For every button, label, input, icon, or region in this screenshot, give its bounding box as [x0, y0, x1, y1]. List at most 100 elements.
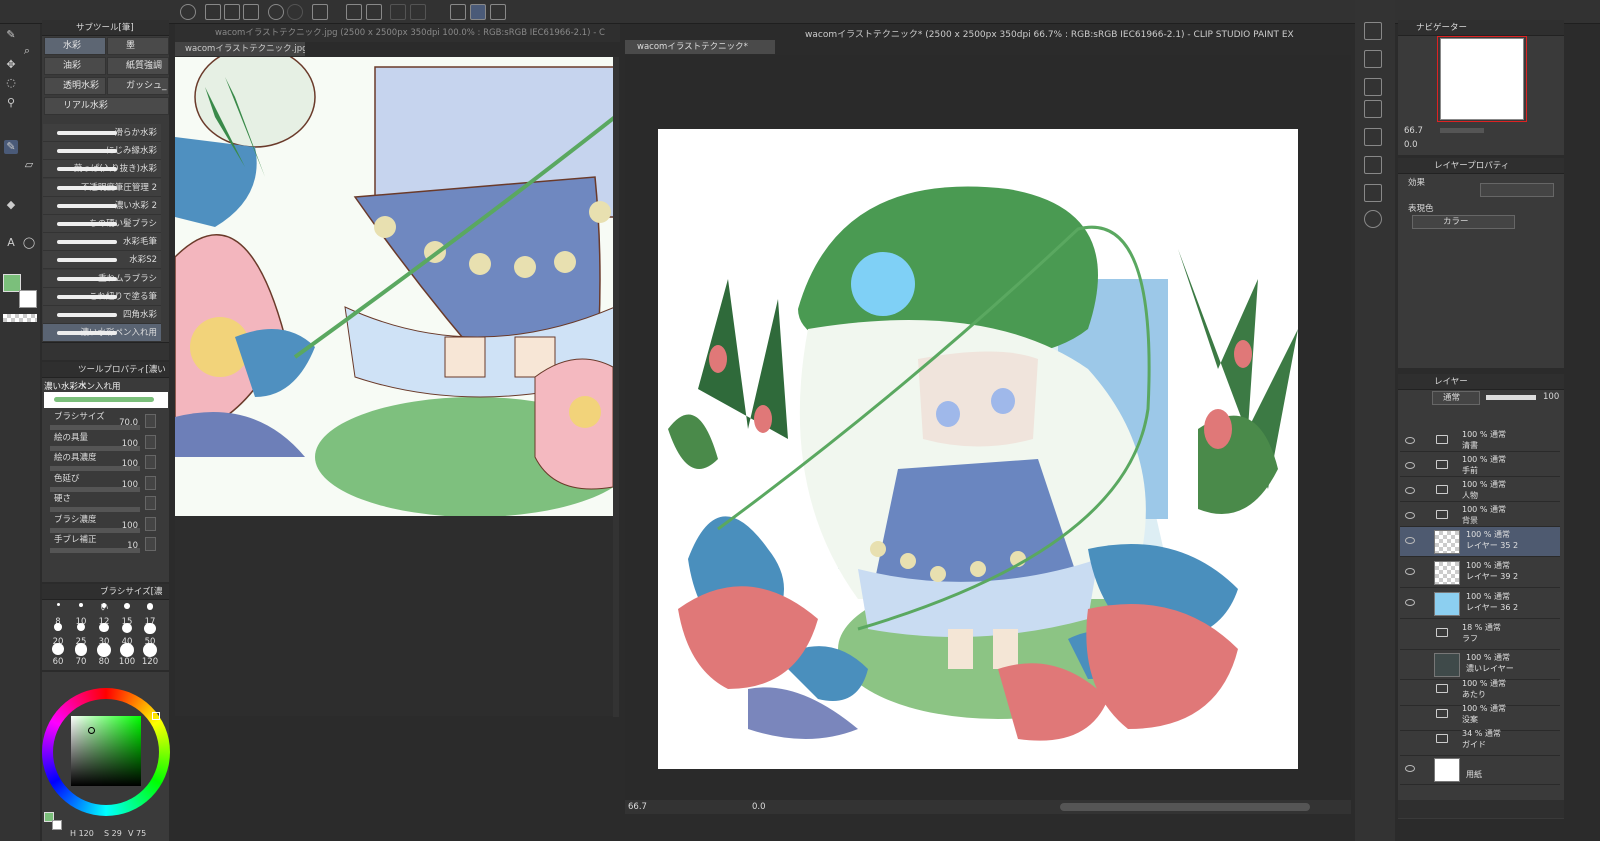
- timeline-icon[interactable]: [1364, 128, 1382, 146]
- layer-row[interactable]: 100 % 通常 人物: [1400, 477, 1560, 502]
- color-picker-marker[interactable]: [88, 727, 95, 734]
- main-doc-tab[interactable]: wacomイラストテクニック*: [625, 40, 775, 54]
- subtool-group-gouache[interactable]: ガッシュ_: [107, 77, 169, 95]
- tool-property-row[interactable]: 色延び 100: [46, 474, 160, 492]
- brush-size-preset[interactable]: [56, 603, 60, 606]
- brush-item[interactable]: 濃い水彩ペン入れ用: [43, 324, 161, 343]
- property-slider[interactable]: [50, 507, 140, 512]
- navigator-angle[interactable]: 0.0: [1404, 140, 1418, 150]
- brush-item[interactable]: 滑らか水彩: [43, 124, 161, 142]
- layer-row[interactable]: 100 % 通常 レイヤー 36 2: [1400, 589, 1560, 619]
- property-spinner[interactable]: [145, 537, 156, 551]
- main-horizontal-scrollbar[interactable]: [1060, 803, 1310, 811]
- undo-icon[interactable]: [268, 4, 284, 20]
- brush-size-preset[interactable]: [120, 643, 134, 657]
- layer-search-icon[interactable]: [1364, 100, 1382, 118]
- main-canvas[interactable]: [658, 129, 1298, 769]
- object-icon[interactable]: [1364, 22, 1382, 40]
- selection-tool-icon[interactable]: ◌: [4, 76, 18, 90]
- visibility-eye-icon[interactable]: [1405, 568, 1415, 575]
- layer-row[interactable]: 用紙: [1400, 755, 1560, 785]
- layer-row[interactable]: 100 % 通常 清書: [1400, 427, 1560, 452]
- save-icon[interactable]: [243, 4, 259, 20]
- redo-icon[interactable]: [287, 4, 303, 20]
- move-tool-icon[interactable]: ✥: [4, 58, 18, 72]
- tool-property-row[interactable]: ブラシ濃度 100: [46, 515, 160, 533]
- opacity-value[interactable]: 100: [1543, 392, 1559, 402]
- saturation-value-square[interactable]: [71, 716, 141, 786]
- brush-item[interactable]: これ紐りで塗る筆: [43, 287, 161, 306]
- property-spinner[interactable]: [145, 516, 156, 531]
- visibility-eye-icon[interactable]: [1405, 487, 1415, 494]
- property-slider[interactable]: [50, 548, 140, 553]
- navigator-zoom[interactable]: 66.7: [1404, 126, 1423, 136]
- property-slider[interactable]: [50, 445, 140, 451]
- left-doc-tab[interactable]: wacomイラストテクニック.jpg: [175, 42, 305, 56]
- grid-icon[interactable]: [1364, 78, 1382, 96]
- pen-tool-icon[interactable]: ✎: [4, 28, 18, 42]
- effect-buttons[interactable]: [1480, 183, 1554, 197]
- eraser-tool-icon[interactable]: ▱: [22, 158, 36, 172]
- subtool-group-oil[interactable]: 油彩: [44, 57, 106, 75]
- fill-tool-icon[interactable]: ◆: [4, 198, 18, 212]
- brush-size-preset[interactable]: [52, 643, 64, 655]
- hue-marker[interactable]: [152, 712, 160, 720]
- layer-row[interactable]: 100 % 通常 レイヤー 39 2: [1400, 558, 1560, 588]
- material-icon[interactable]: [1364, 184, 1382, 202]
- blend-mode-select[interactable]: 通常: [1432, 391, 1480, 405]
- brush-item[interactable]: ちの硬い髪ブラシ: [43, 215, 161, 233]
- tool-property-row[interactable]: ブラシサイズ 70.0: [46, 412, 160, 430]
- visibility-eye-icon[interactable]: [1405, 512, 1415, 519]
- subtool-group-watercolor[interactable]: 水彩: [44, 37, 106, 55]
- visibility-eye-icon[interactable]: [1405, 437, 1415, 444]
- layer-row[interactable]: 100 % 通常 レイヤー 35 2: [1400, 527, 1560, 557]
- transform-icon[interactable]: [366, 4, 382, 20]
- brush-item[interactable]: 濃い水彩 2: [43, 196, 161, 215]
- tool-property-row[interactable]: 硬さ: [46, 494, 160, 512]
- brush-size-preset[interactable]: [146, 603, 154, 610]
- status-zoom[interactable]: 66.7: [628, 802, 647, 812]
- brush-size-preset[interactable]: [79, 603, 83, 607]
- brush-item[interactable]: 葉っぱ(入り抜き)水彩: [43, 160, 161, 179]
- opacity-slider[interactable]: [1486, 395, 1536, 400]
- layer-row[interactable]: 34 % 通常 ガイド: [1400, 726, 1560, 756]
- brush-item[interactable]: にじみ縁水彩: [43, 142, 161, 161]
- visibility-eye-icon[interactable]: [1405, 462, 1415, 469]
- layer-row[interactable]: 18 % 通常 ラフ: [1400, 620, 1560, 650]
- app-icon[interactable]: [180, 4, 196, 20]
- subtool-group-ink[interactable]: 墨: [107, 37, 169, 55]
- property-spinner[interactable]: [145, 434, 156, 449]
- deselect-icon[interactable]: [390, 4, 406, 20]
- property-slider[interactable]: [50, 466, 140, 471]
- color-sub-small[interactable]: [52, 820, 62, 830]
- snap-special-ruler-icon[interactable]: [470, 4, 486, 20]
- sub-color-swatch[interactable]: [19, 290, 37, 308]
- eyedropper-tool-icon[interactable]: ⚲: [4, 96, 18, 110]
- brush-item[interactable]: 重ねムラブラシ: [43, 269, 161, 288]
- search-icon[interactable]: [1364, 210, 1382, 228]
- navigator-zoom-slider[interactable]: [1440, 128, 1484, 133]
- brush-size-preset[interactable]: [143, 643, 157, 657]
- property-spinner[interactable]: [145, 414, 156, 428]
- snap-grid-icon[interactable]: [490, 4, 506, 20]
- fill-icon[interactable]: [346, 4, 362, 20]
- brush-tool-icon[interactable]: ✎: [4, 140, 18, 154]
- history-icon[interactable]: [1364, 156, 1382, 174]
- download-icon[interactable]: [1364, 50, 1382, 68]
- brush-size-preset[interactable]: [54, 623, 62, 631]
- tool-property-row[interactable]: 絵の具量 100: [46, 433, 160, 451]
- brush-size-preset[interactable]: [99, 623, 109, 633]
- brush-item[interactable]: 水彩S2: [43, 251, 161, 270]
- property-slider[interactable]: [50, 527, 140, 533]
- property-slider[interactable]: [50, 425, 140, 430]
- property-slider[interactable]: [50, 486, 140, 492]
- brush-item[interactable]: 水彩毛筆: [43, 233, 161, 252]
- status-rotation[interactable]: 0.0: [752, 802, 766, 812]
- snap-ruler-icon[interactable]: [450, 4, 466, 20]
- property-spinner[interactable]: [145, 475, 156, 490]
- expression-select[interactable]: カラー: [1412, 215, 1515, 229]
- visibility-eye-icon[interactable]: [1405, 537, 1415, 544]
- tool-property-row[interactable]: 絵の具濃度 100: [46, 453, 160, 471]
- property-spinner[interactable]: [145, 496, 156, 510]
- brush-item[interactable]: 不透明度筆圧管理 2: [43, 178, 161, 197]
